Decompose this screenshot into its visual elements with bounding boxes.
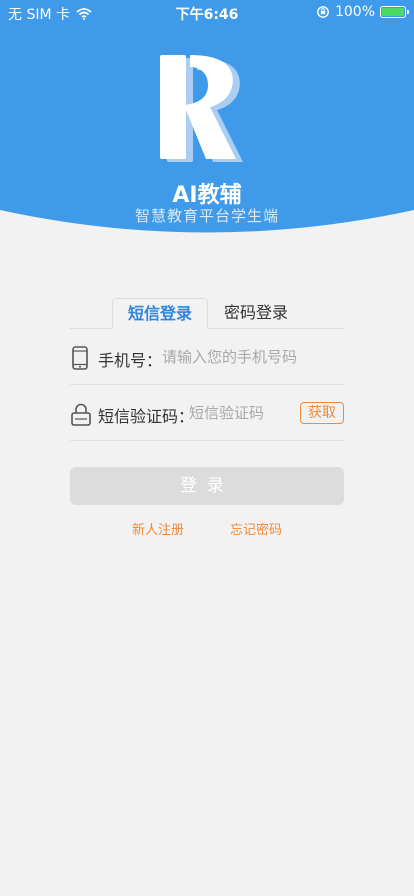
lock-icon: [71, 403, 91, 426]
app-logo-icon: [160, 55, 243, 162]
login-tabs: 短信登录 密码登录: [70, 298, 344, 329]
register-link[interactable]: 新人注册: [132, 519, 184, 538]
status-bar: 无 SIM 卡 下午6:46 100%: [0, 0, 414, 26]
sms-code-input[interactable]: [189, 400, 294, 426]
phone-row: 手机号：: [70, 330, 344, 385]
sms-code-label: 短信验证码：: [98, 407, 195, 426]
mobile-phone-icon: [72, 346, 88, 370]
login-button[interactable]: 登录: [70, 467, 344, 505]
forgot-password-link[interactable]: 忘记密码: [230, 519, 282, 538]
header: 无 SIM 卡 下午6:46 100% AI教辅 智慧教育平台学生端: [0, 0, 414, 260]
phone-input[interactable]: [162, 344, 342, 370]
app-subtitle: 智慧教育平台学生端: [134, 207, 279, 225]
phone-label: 手机号：: [98, 351, 163, 370]
battery-icon: [380, 6, 409, 18]
rotation-lock-icon: [317, 6, 329, 18]
get-code-button[interactable]: 获取: [300, 402, 344, 424]
status-right: 100%: [316, 4, 409, 20]
tab-sms-login[interactable]: 短信登录: [112, 298, 208, 329]
tab-password-login[interactable]: 密码登录: [214, 298, 298, 328]
battery-percent: 100%: [334, 4, 375, 20]
sms-code-row: 短信验证码： 获取: [70, 386, 344, 441]
